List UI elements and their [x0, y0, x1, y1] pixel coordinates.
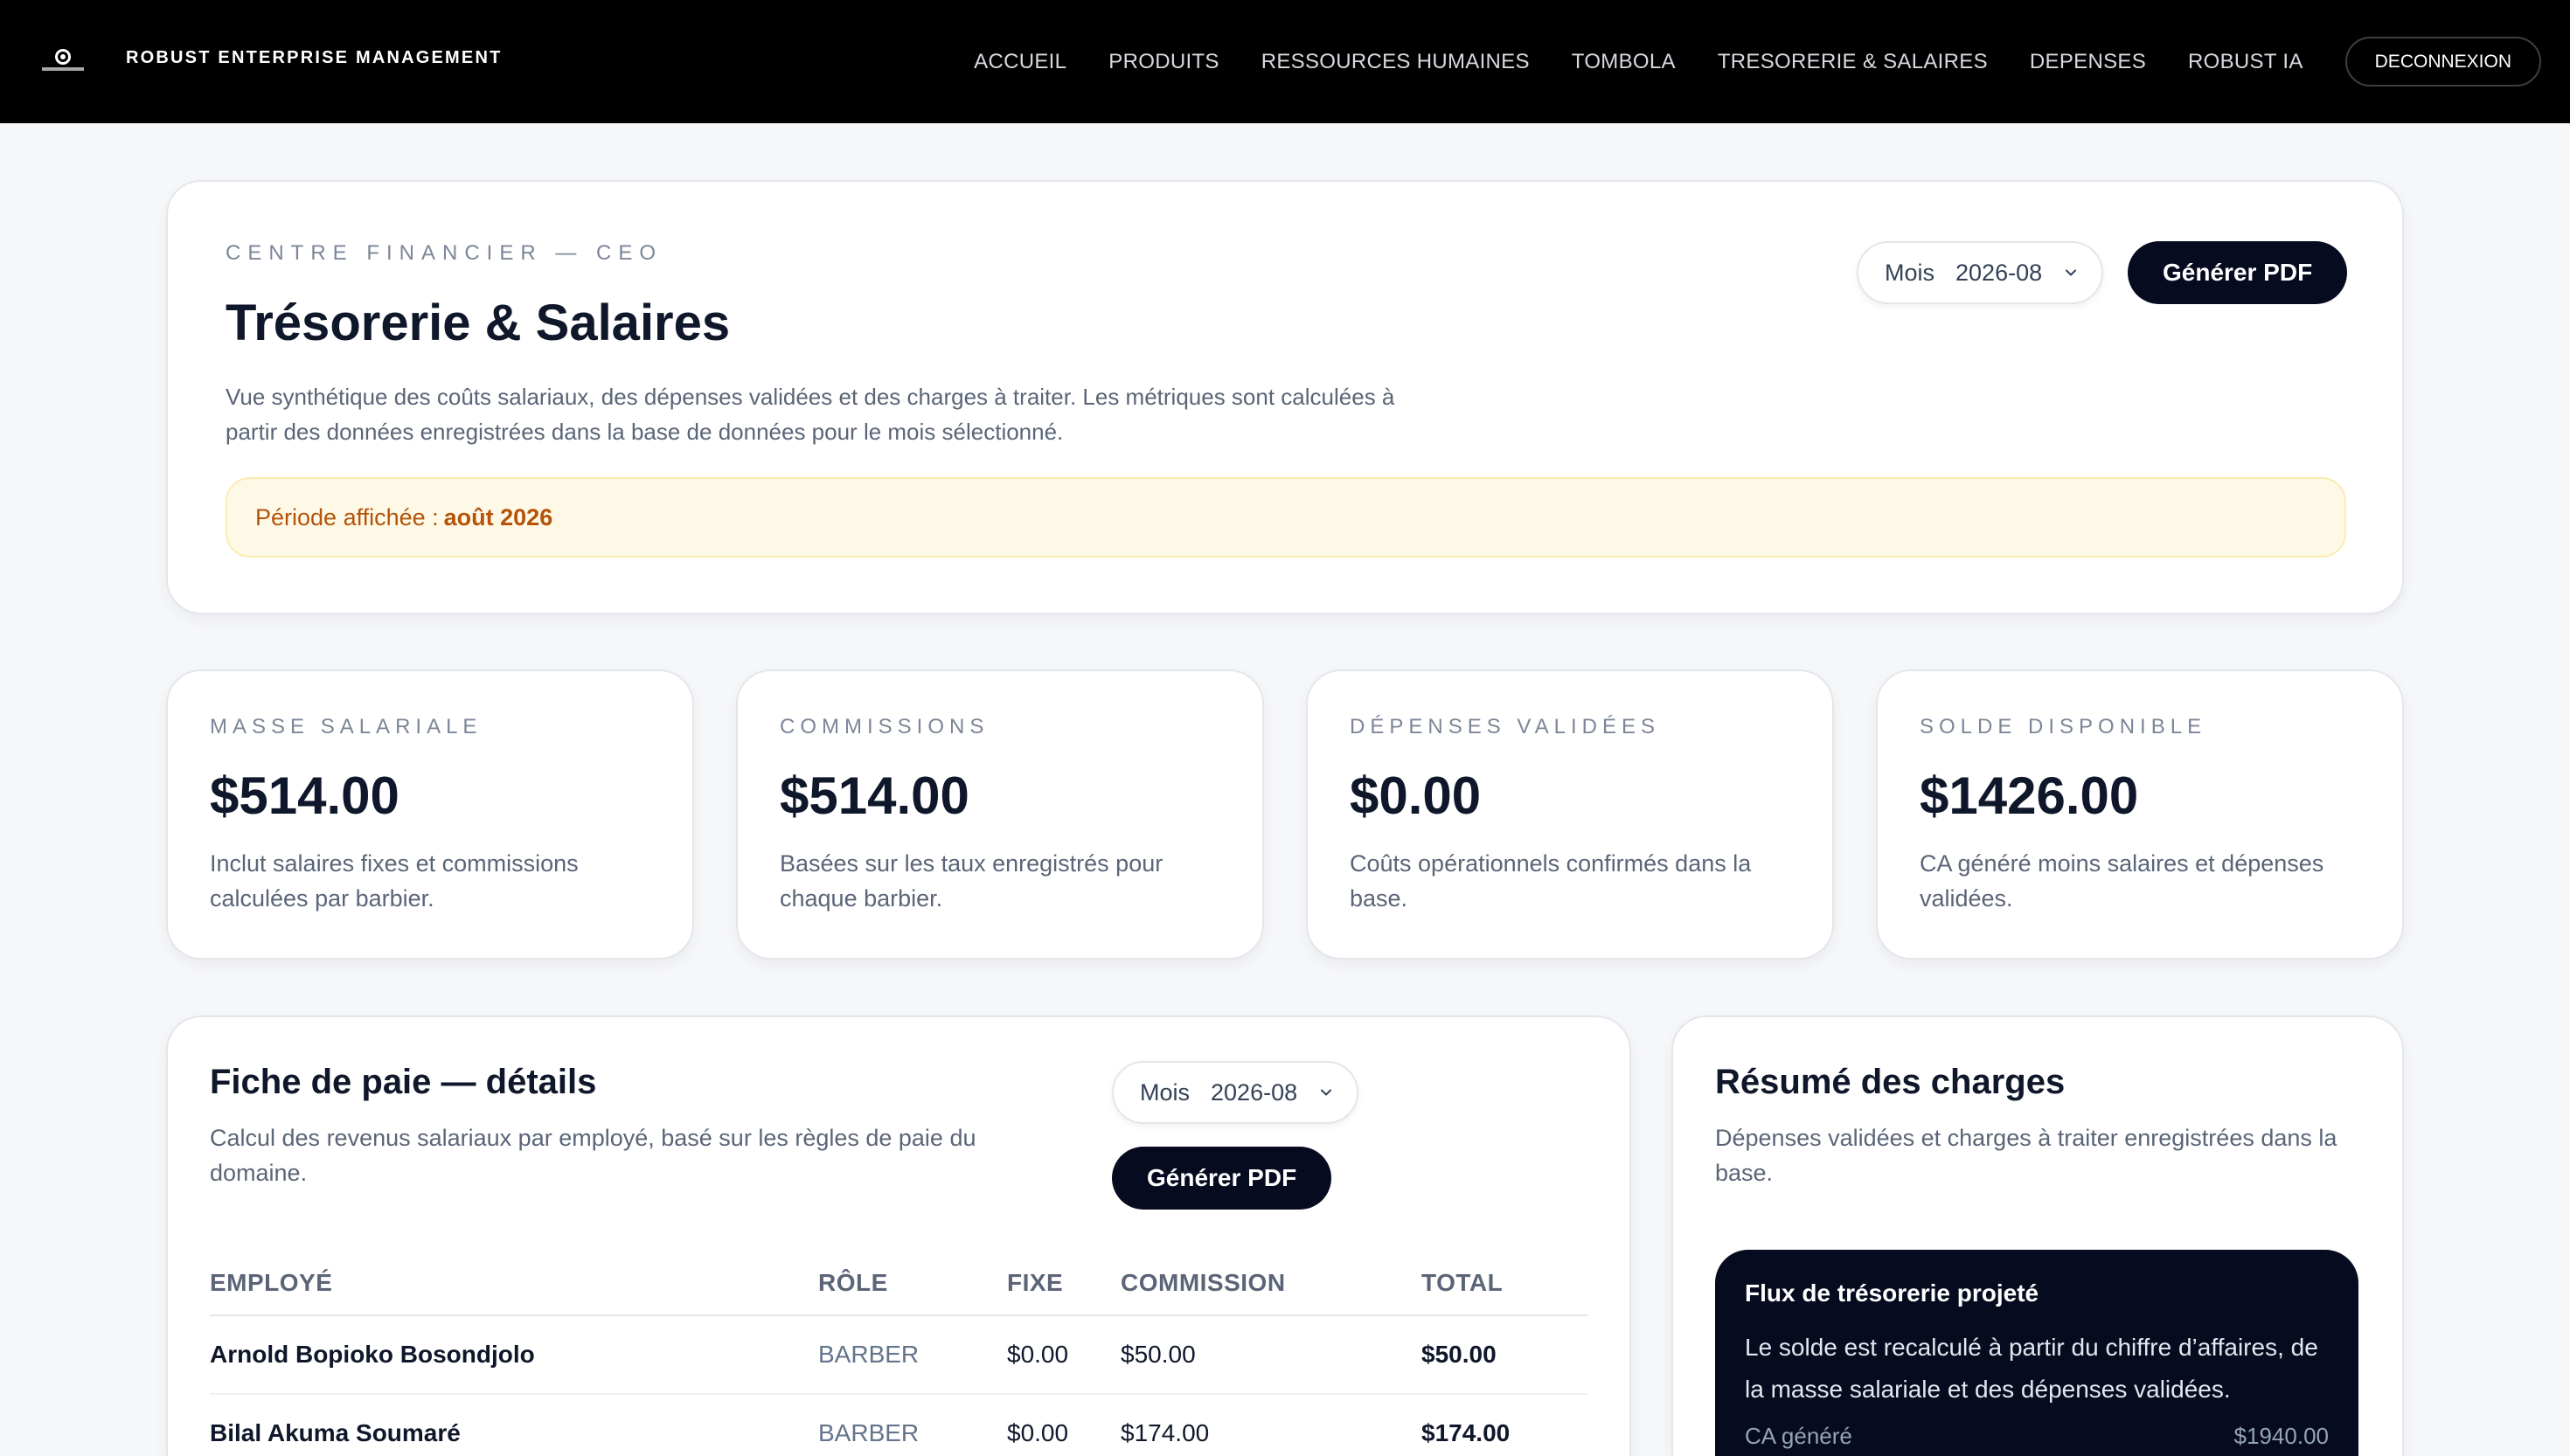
period-banner: Période affichée : août 2026	[226, 477, 2346, 558]
employee-commission: $50.00	[1121, 1341, 1196, 1368]
period-label: Période affichée :	[255, 503, 439, 530]
employee-fixed: $0.00	[1007, 1341, 1069, 1368]
chevron-down-icon	[2066, 269, 2077, 276]
cashflow-description: Le solde est recalculé à partir du chiff…	[1745, 1334, 2318, 1403]
page-description: Vue synthétique des coûts salariaux, des…	[226, 384, 1395, 445]
payroll-table-header: EMPLOYÉ RÔLE FIXE COMMISSION TOTAL	[210, 1265, 1587, 1316]
column-header-commission: COMMISSION	[1121, 1269, 1286, 1296]
employee-role: BARBER	[818, 1419, 920, 1446]
nav-item-accueil[interactable]: ACCUEIL	[974, 50, 1066, 74]
employee-total: $174.00	[1421, 1419, 1511, 1446]
month-select[interactable]: Mois 2026-08	[1857, 241, 2104, 304]
cashflow-row-label: CA généré	[1745, 1423, 1852, 1449]
employee-name: Arnold Bopioko Bosondjolo	[210, 1341, 535, 1368]
nav-item-tresorerie-salaires[interactable]: TRESORERIE & SALAIRES	[1718, 50, 1988, 74]
charges-description: Dépenses validées et charges à traiter e…	[1715, 1125, 2337, 1186]
charges-title: Résumé des charges	[1715, 1063, 2066, 1101]
generate-pdf-button[interactable]: Générer PDF	[2128, 241, 2348, 304]
metric-label: MASSE SALARIALE	[210, 715, 483, 738]
month-select-label: Mois	[1885, 259, 1935, 286]
metric-card-validated-expenses: DÉPENSES VALIDÉES $0.00 Coûts opérationn…	[1306, 669, 1834, 960]
nav-item-depenses[interactable]: DEPENSES	[2030, 50, 2146, 74]
column-header-fixed: FIXE	[1007, 1269, 1064, 1296]
logout-button[interactable]: DECONNEXION	[2344, 37, 2541, 87]
column-header-total: TOTAL	[1421, 1269, 1504, 1296]
main-nav: ACCUEIL PRODUITS RESSOURCES HUMAINES TOM…	[974, 0, 2570, 123]
cashflow-revenue-row: CA généré $1940.00	[1745, 1423, 2329, 1450]
metric-value: $514.00	[210, 766, 399, 825]
metric-label: SOLDE DISPONIBLE	[1920, 715, 2207, 738]
period-value: août 2026	[443, 503, 553, 530]
payroll-details-card: Fiche de paie — détails Calcul des reven…	[166, 1016, 1631, 1456]
nav-item-robust-ia[interactable]: ROBUST IA	[2188, 50, 2303, 74]
payroll-generate-pdf-button[interactable]: Générer PDF	[1112, 1147, 1332, 1210]
metric-card-payroll: MASSE SALARIALE $514.00 Inclut salaires …	[166, 669, 694, 960]
metric-value: $0.00	[1350, 766, 1482, 825]
chevron-down-icon	[1321, 1089, 1332, 1096]
metric-card-available-balance: SOLDE DISPONIBLE $1426.00 CA généré moin…	[1876, 669, 2404, 960]
section-eyebrow: CENTRE FINANCIER — CEO	[226, 241, 663, 265]
brand-logo-icon[interactable]	[38, 45, 87, 73]
employee-role: BARBER	[818, 1341, 920, 1368]
metric-description: Basées sur les taux enregistrés pour cha…	[780, 850, 1163, 912]
metric-card-commissions: COMMISSIONS $514.00 Basées sur les taux …	[736, 669, 1264, 960]
payroll-description: Calcul des revenus salariaux par employé…	[210, 1125, 976, 1186]
page-title: Trésorerie & Salaires	[226, 295, 731, 351]
month-select-label: Mois	[1140, 1078, 1191, 1106]
table-row[interactable]: Bilal Akuma Soumaré BARBER $0.00 $174.00…	[210, 1395, 1587, 1456]
top-navigation-bar: ROBUST ENTERPRISE MANAGEMENT ACCUEIL PRO…	[0, 0, 2570, 123]
table-row[interactable]: Arnold Bopioko Bosondjolo BARBER $0.00 $…	[210, 1316, 1587, 1395]
cashflow-title: Flux de trésorerie projeté	[1745, 1279, 2039, 1307]
column-header-role: RÔLE	[818, 1269, 888, 1296]
metric-label: DÉPENSES VALIDÉES	[1350, 715, 1660, 738]
metric-value: $514.00	[780, 766, 969, 825]
cashflow-panel: Flux de trésorerie projeté Le solde est …	[1715, 1250, 2358, 1456]
treasury-header-card: CENTRE FINANCIER — CEO Trésorerie & Sala…	[166, 180, 2404, 614]
cashflow-row-value: $1940.00	[2233, 1423, 2329, 1449]
nav-item-produits[interactable]: PRODUITS	[1108, 50, 1219, 74]
month-select-value: 2026-08	[1211, 1078, 1298, 1106]
nav-item-tombola[interactable]: TOMBOLA	[1572, 50, 1676, 74]
metric-value: $1426.00	[1920, 766, 2139, 825]
employee-fixed: $0.00	[1007, 1419, 1069, 1446]
nav-item-ressources-humaines[interactable]: RESSOURCES HUMAINES	[1261, 50, 1530, 74]
metric-label: COMMISSIONS	[780, 715, 990, 738]
employee-total: $50.00	[1421, 1341, 1497, 1368]
employee-name: Bilal Akuma Soumaré	[210, 1419, 461, 1446]
metric-description: Inclut salaires fixes et commissions cal…	[210, 850, 579, 912]
brand-name[interactable]: ROBUST ENTERPRISE MANAGEMENT	[126, 48, 503, 68]
column-header-employee: EMPLOYÉ	[210, 1269, 333, 1296]
employee-commission: $174.00	[1121, 1419, 1210, 1446]
payroll-month-select[interactable]: Mois 2026-08	[1112, 1061, 1359, 1124]
payroll-title: Fiche de paie — détails	[210, 1063, 597, 1101]
month-select-value: 2026-08	[1955, 259, 2043, 286]
metric-description: Coûts opérationnels confirmés dans la ba…	[1350, 850, 1752, 912]
charges-summary-card: Résumé des charges Dépenses validées et …	[1671, 1016, 2404, 1456]
metric-description: CA généré moins salaires et dépenses val…	[1920, 850, 2324, 912]
